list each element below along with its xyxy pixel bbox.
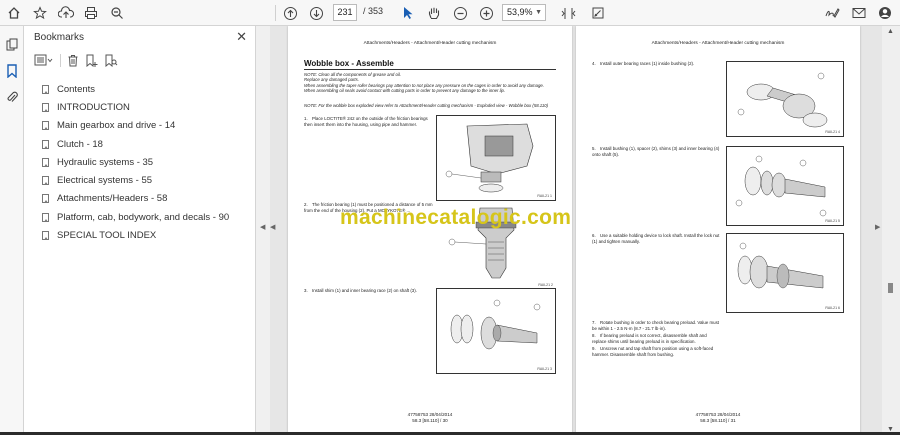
options-menu-icon[interactable] [34,54,54,69]
upload-icon[interactable] [57,4,75,22]
select-arrow-icon[interactable] [399,4,417,22]
zoom-level-value: 53,9% [507,7,533,17]
zoom-out-icon[interactable] [451,4,469,22]
figure-shaft-shim: RAIL21 3 [436,288,556,374]
bookmark-icon [42,102,49,112]
bookmark-icon [42,212,49,222]
bookmark-item[interactable]: Clutch - 18 [42,135,252,153]
figure-lock-nut: RAIL21 6 [726,233,844,313]
bookmark-icon [42,194,49,204]
bookmark-icon [42,157,49,167]
scroll-thumb[interactable] [888,283,893,293]
bookmarks-panel: Bookmarks ✕ Contents INTRODUCTION Main g… [24,26,256,435]
bookmark-icon [42,176,49,186]
step-4: 4. Install outer bearing races (1) inside… [592,61,695,66]
close-icon[interactable]: ✕ [236,29,247,45]
scroll-up-icon[interactable]: ▲ [887,28,894,35]
bookmark-panel-icon[interactable] [3,62,21,80]
account-icon[interactable] [876,4,894,22]
left-nav-rail [0,26,24,435]
pdf-page-right: Attachments/Headers - Attachment/Header … [576,26,860,435]
pages-thumbnail-icon[interactable] [3,36,21,54]
step-6: 6. Use a suitable holding device to lock … [592,233,720,244]
collapse-left-icon[interactable]: ◀ [260,223,265,231]
document-viewer[interactable]: ◀ Attachments/Headers - Attachment/Heade… [270,26,882,435]
top-toolbar: 231 / 353 53,9% ▼ [0,0,900,26]
home-icon[interactable] [5,4,23,22]
find-bookmark-icon[interactable] [104,54,118,70]
next-page-icon[interactable] [307,4,325,22]
bookmark-item[interactable]: INTRODUCTION [42,98,252,116]
note-text: NOTE: For the wobble box exploded view r… [304,103,549,108]
attachment-icon[interactable] [3,88,21,106]
bookmark-icon [42,231,49,241]
bookmark-icon [42,121,49,131]
zoom-in-icon[interactable] [477,4,495,22]
figure-bushing-shaft: RAIL21 5 [726,146,844,226]
section-title: Wobble box - Assemble [304,59,556,70]
zoom-out-search-icon[interactable] [108,4,126,22]
bookmark-item[interactable]: Hydraulic systems - 35 [42,153,252,171]
page-footer: 47758753 28/04/2014 58.3 [58.110] / 31 [695,412,741,423]
page-footer: 47758753 28/04/2014 58.3 [58.110] / 30 [407,412,453,423]
email-icon[interactable] [850,4,868,22]
annotate-icon[interactable] [589,4,607,22]
vertical-scrollbar[interactable]: ▲ ▼ [882,26,900,435]
page-header: Attachments/Headers - Attachment/Header … [651,41,785,46]
figure-friction-bearing: RAIL21 1 [436,115,556,201]
step-5: 5. Install bushing (1), spacer (2), shims… [592,146,720,157]
bookmark-item[interactable]: Main gearbox and drive - 14 [42,117,252,135]
star-icon[interactable] [31,4,49,22]
page-header: Attachments/Headers - Attachment/Header … [363,41,497,46]
panel-title: Bookmarks [34,32,85,43]
add-bookmark-icon[interactable] [85,54,99,70]
watermark: machinecatalogic.com [340,206,572,229]
panel-splitter[interactable]: ◀ [256,26,270,435]
zoom-level-select[interactable]: 53,9% ▼ [502,4,546,21]
page-number-input[interactable]: 231 [333,4,357,21]
bookmark-item[interactable]: Platform, cab, bodywork, and decals - 90 [42,208,252,226]
next-arrow-icon[interactable]: ▶ [875,223,880,231]
pdf-page-left: Attachments/Headers - Attachment/Header … [288,26,572,435]
step-8: 8. If bearing preload is not correct, dis… [592,333,707,344]
bookmark-item[interactable]: Contents [42,80,252,98]
chevron-down-icon: ▼ [535,9,542,16]
bookmark-item[interactable]: SPECIAL TOOL INDEX [42,226,252,244]
print-icon[interactable] [82,4,100,22]
page-total: / 353 [363,6,384,16]
sign-icon[interactable] [823,4,841,22]
delete-icon[interactable] [67,54,79,70]
hand-icon[interactable] [425,4,443,22]
bookmark-item[interactable]: Attachments/Headers - 58 [42,190,252,208]
figure-bearing-races: RAIL21 4 [726,61,844,137]
prev-arrow-icon[interactable]: ◀ [270,223,275,231]
step-1: 1. Place LOCTITE® 242 on the outside of t… [304,116,428,127]
step-9: 9. Unscrew nut and tap shaft from positio… [592,346,714,357]
bookmark-icon [42,84,49,94]
note-text: NOTE: Clean all the components of grease… [304,72,544,94]
step-7: 7. Rotate bushing in order to check beari… [592,320,720,331]
fit-page-icon[interactable] [559,4,577,22]
bookmark-icon [42,139,49,149]
step-3: 3. Install shim (1) and inner bearing rac… [304,288,417,293]
prev-page-icon[interactable] [281,4,299,22]
bookmark-item[interactable]: Electrical systems - 55 [42,171,252,189]
bookmark-list: Contents INTRODUCTION Main gearbox and d… [42,80,252,245]
bookmark-tools [34,54,244,72]
